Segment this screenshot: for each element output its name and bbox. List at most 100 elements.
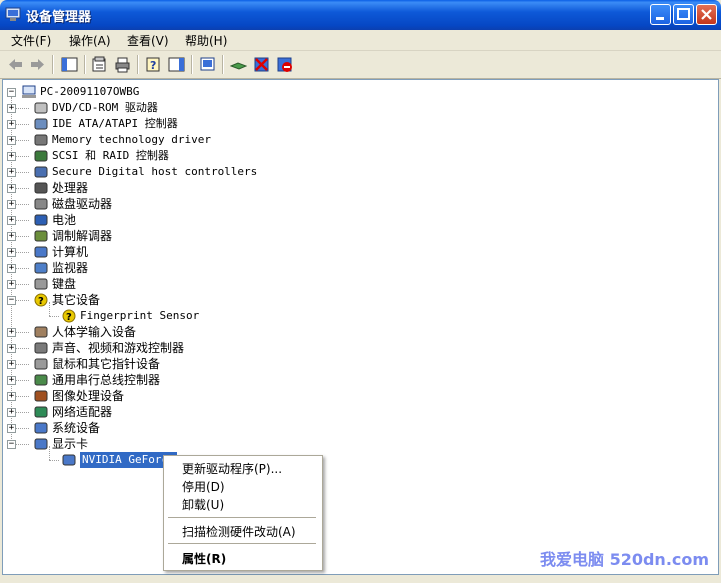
tree-item-label: 其它设备 (52, 293, 101, 307)
maximize-icon (677, 8, 690, 20)
ctx-separator (168, 517, 316, 518)
device-category-icon (34, 358, 48, 370)
expand-icon[interactable]: + (7, 408, 16, 417)
expand-icon[interactable]: + (7, 184, 16, 193)
properties-icon[interactable] (91, 56, 108, 73)
close-icon (701, 9, 712, 20)
toolbar: ? (0, 51, 721, 79)
unknown-device-icon: ? (62, 309, 76, 323)
back-arrow-icon[interactable] (7, 56, 24, 73)
device-tree[interactable]: − PC-20091107OWBG + DVD/CD-ROM 驱动器 + IDE ATA/… (2, 79, 719, 575)
tree-item-label: Memory technology driver (52, 133, 211, 146)
uninstall-icon[interactable] (253, 56, 270, 73)
expand-icon[interactable]: + (7, 232, 16, 241)
update-driver-icon[interactable] (230, 56, 247, 73)
maximize-button[interactable] (673, 4, 694, 25)
menu-view[interactable]: 查看(V) (127, 32, 169, 49)
device-category-icon (34, 406, 48, 418)
tree-item-label: 监视器 (52, 261, 89, 275)
tree-item-label: 声音、视频和游戏控制器 (52, 341, 185, 355)
tree-item-label: 人体学输入设备 (52, 325, 137, 339)
expand-icon[interactable]: + (7, 376, 16, 385)
expand-icon[interactable]: + (7, 216, 16, 225)
show-hide-action-pane-icon[interactable] (168, 56, 185, 73)
device-category-icon (34, 342, 48, 354)
collapse-icon[interactable]: − (7, 440, 16, 449)
expand-icon[interactable]: + (7, 344, 16, 353)
menu-help[interactable]: 帮助(H) (185, 32, 227, 49)
expand-icon[interactable]: + (7, 136, 16, 145)
tree-item-label: 网络适配器 (52, 405, 113, 419)
expand-icon[interactable]: + (7, 280, 16, 289)
ctx-separator (168, 543, 316, 544)
device-category-icon (34, 198, 48, 210)
status-bar (0, 575, 721, 583)
menu-action[interactable]: 操作(A) (69, 32, 111, 49)
tree-item-label: 图像处理设备 (52, 389, 125, 403)
tree-item-label: 调制解调器 (52, 229, 113, 243)
device-category-icon (34, 150, 48, 162)
device-category-icon (34, 390, 48, 402)
svg-text:?: ? (66, 312, 72, 323)
device-category-icon (34, 438, 48, 450)
forward-arrow-icon[interactable] (29, 56, 46, 73)
collapse-icon[interactable]: − (7, 296, 16, 305)
expand-icon[interactable]: + (7, 424, 16, 433)
expand-icon[interactable]: + (7, 152, 16, 161)
title-bar[interactable]: 设备管理器 (0, 0, 721, 30)
minimize-button[interactable] (650, 4, 671, 25)
collapse-icon[interactable]: − (7, 88, 16, 97)
help-icon[interactable]: ? (145, 56, 162, 73)
tree-item-label: 系统设备 (52, 421, 101, 435)
device-category-icon (34, 278, 48, 290)
tree-item-label: SCSI 和 RAID 控制器 (52, 149, 169, 162)
menu-file[interactable]: 文件(F) (11, 32, 51, 49)
show-hide-tree-icon[interactable] (61, 56, 78, 73)
device-category-icon (34, 182, 48, 194)
tree-item-label: Secure Digital host controllers (52, 165, 258, 178)
tree-item-label: 计算机 (52, 245, 89, 259)
svg-text:?: ? (150, 59, 156, 72)
context-menu: 更新驱动程序(P)... 停用(D) 卸载(U) 扫描检测硬件改动(A) 属性(… (163, 455, 323, 571)
tree-item-label: 电池 (52, 213, 77, 227)
computer-icon (22, 85, 36, 98)
tree-item-label: IDE ATA/ATAPI 控制器 (52, 117, 178, 130)
tree-item-label: DVD/CD-ROM 驱动器 (52, 101, 158, 114)
expand-icon[interactable]: + (7, 200, 16, 209)
minimize-icon (656, 17, 664, 20)
expand-icon[interactable]: + (7, 120, 16, 129)
device-category-icon (34, 262, 48, 274)
ctx-uninstall[interactable]: 卸载(U) (182, 496, 224, 513)
expand-icon[interactable]: + (7, 104, 16, 113)
ctx-disable[interactable]: 停用(D) (182, 478, 225, 495)
ctx-properties[interactable]: 属性(R) (182, 550, 226, 567)
device-category-icon (34, 102, 48, 114)
device-manager-icon (5, 7, 21, 21)
expand-icon[interactable]: + (7, 264, 16, 273)
expand-icon[interactable]: + (7, 328, 16, 337)
device-category-icon (62, 454, 76, 466)
tree-item-label: 鼠标和其它指针设备 (52, 357, 161, 371)
tree-item-label: Fingerprint Sensor (80, 309, 200, 322)
tree-item-label: 处理器 (52, 181, 89, 195)
tree-item-label: 键盘 (52, 277, 77, 291)
ctx-update-driver[interactable]: 更新驱动程序(P)... (182, 460, 282, 477)
tree-item-label: 显示卡 (52, 437, 89, 451)
expand-icon[interactable]: + (7, 360, 16, 369)
svg-text:?: ? (38, 296, 44, 307)
scan-hardware-icon[interactable] (199, 56, 216, 73)
device-category-icon (34, 246, 48, 258)
disable-device-icon[interactable] (276, 56, 293, 73)
ctx-scan[interactable]: 扫描检测硬件改动(A) (182, 523, 296, 540)
device-category-icon (34, 134, 48, 146)
expand-icon[interactable]: + (7, 392, 16, 401)
close-button[interactable] (696, 4, 717, 25)
tree-root-label: PC-20091107OWBG (40, 85, 140, 98)
device-manager-window: 设备管理器 文件(F) 操作(A) 查看(V) 帮助(H) ? − PC-200… (0, 0, 721, 583)
expand-icon[interactable]: + (7, 168, 16, 177)
device-category-icon (34, 118, 48, 130)
device-category-icon (34, 326, 48, 338)
print-icon[interactable] (114, 56, 131, 73)
window-title: 设备管理器 (26, 10, 92, 25)
expand-icon[interactable]: + (7, 248, 16, 257)
